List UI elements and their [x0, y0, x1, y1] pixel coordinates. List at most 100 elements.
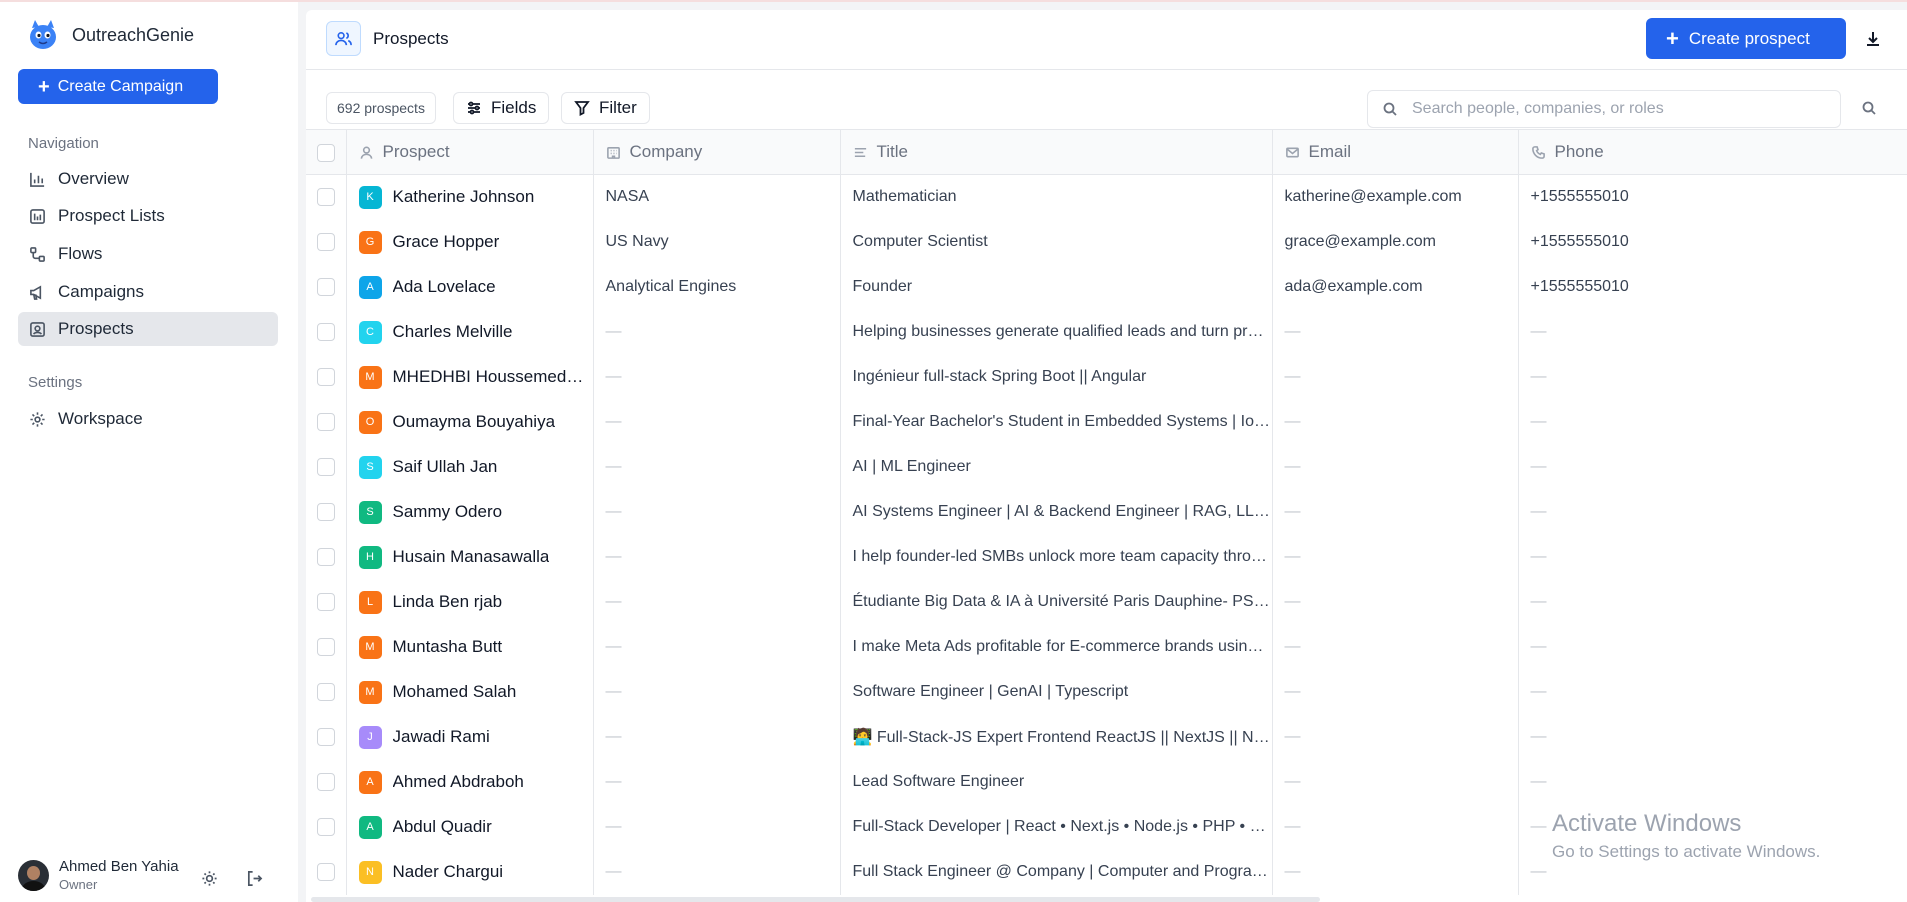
select-all-checkbox[interactable] — [316, 143, 335, 162]
row-checkbox[interactable] — [316, 637, 335, 656]
prospect-cell[interactable]: O Oumayma Bouyahiya — [346, 399, 594, 445]
prospect-name: Saif Ullah Jan — [392, 457, 498, 476]
table-row[interactable]: O Oumayma Bouyahiya — Final-Year Bachelor's… — [306, 399, 1907, 445]
row-select-cell — [306, 219, 347, 265]
row-checkbox[interactable] — [316, 682, 335, 701]
prospect-cell[interactable]: J Jawadi Rami — [346, 714, 594, 760]
row-select-cell — [306, 579, 347, 625]
prospect-cell[interactable]: K Katherine Johnson — [346, 174, 594, 220]
sidebar-item-flows[interactable]: Flows — [18, 237, 278, 271]
title-cell: Final-Year Bachelor's Student in Embedde… — [840, 399, 1273, 445]
brand[interactable]: OutreachGenie — [26, 18, 194, 52]
column-header-phone[interactable]: Phone — [1518, 129, 1907, 175]
column-label: Email — [1308, 142, 1352, 161]
title-cell: Full Stack Engineer @ Company | Computer… — [840, 849, 1273, 895]
phone-cell: — — [1518, 309, 1907, 355]
sidebar: OutreachGenie + Create Campaign Navigati… — [0, 2, 298, 902]
sidebar-item-workspace[interactable]: Workspace — [18, 402, 278, 436]
sidebar-item-overview[interactable]: Overview — [18, 162, 278, 196]
row-checkbox[interactable] — [316, 727, 335, 746]
prospect-cell[interactable]: S Sammy Odero — [346, 489, 594, 535]
row-checkbox[interactable] — [316, 502, 335, 521]
table-row[interactable]: S Saif Ullah Jan — AI | ML Engineer — — — [306, 444, 1907, 490]
company-cell: US Navy — [593, 219, 841, 265]
table-row[interactable]: A Ahmed Abdraboh — Lead Software Engineer — — — [306, 759, 1907, 805]
table-row[interactable]: A Ada Lovelace Analytical Engines Founder ad… — [306, 264, 1907, 310]
phone-cell: — — [1518, 489, 1907, 535]
sidebar-item-prospect-lists[interactable]: Prospect Lists — [18, 199, 278, 233]
table-row[interactable]: G Grace Hopper US Navy Computer Scientist gr… — [306, 219, 1907, 265]
row-checkbox[interactable] — [316, 188, 335, 207]
row-checkbox[interactable] — [316, 592, 335, 611]
search-button[interactable] — [1859, 98, 1879, 118]
table-row[interactable]: C Charles Melville — Helping businesses gen… — [306, 309, 1907, 355]
prospect-cell[interactable]: L Linda Ben rjab — [346, 579, 594, 625]
phone-cell: — — [1518, 624, 1907, 670]
create-prospect-button[interactable]: + Create prospect — [1646, 18, 1846, 59]
table-row[interactable]: L Linda Ben rjab — Étudiante Big Data & IA … — [306, 579, 1907, 625]
row-select-cell — [306, 534, 347, 580]
column-header-email[interactable]: Email — [1272, 129, 1519, 175]
prospect-cell[interactable]: A Abdul Quadir — [346, 804, 594, 850]
logout-button[interactable] — [244, 868, 264, 888]
column-header-company[interactable]: Company — [593, 129, 841, 175]
table-row[interactable]: J Jawadi Rami — 🧑‍💻 Full-Stack-JS Expert Fr… — [306, 714, 1907, 760]
row-checkbox[interactable] — [316, 862, 335, 881]
row-checkbox[interactable] — [316, 772, 335, 791]
create-campaign-button[interactable]: + Create Campaign — [18, 69, 218, 104]
column-label: Title — [876, 142, 909, 161]
prospect-cell[interactable]: M Muntasha Butt — [346, 624, 594, 670]
table-row[interactable]: S Sammy Odero — AI Systems Engineer | AI & … — [306, 489, 1907, 535]
row-checkbox[interactable] — [316, 547, 335, 566]
table-row[interactable]: H Husain Manasawalla — I help founder-led S… — [306, 534, 1907, 580]
row-checkbox[interactable] — [316, 412, 335, 431]
user-icon — [360, 146, 372, 159]
prospect-cell[interactable]: H Husain Manasawalla — [346, 534, 594, 580]
genie-logo-icon — [30, 20, 56, 49]
sidebar-item-prospects[interactable]: Prospects — [18, 312, 278, 346]
page-header: Prospects + Create prospect — [306, 10, 1907, 70]
initial-avatar: A — [358, 815, 382, 839]
prospect-cell[interactable]: A Ada Lovelace — [346, 264, 594, 310]
initial-avatar: N — [358, 860, 382, 884]
sidebar-item-campaigns[interactable]: Campaigns — [18, 275, 278, 309]
email-cell: — — [1272, 759, 1519, 805]
prospect-cell[interactable]: A Ahmed Abdraboh — [346, 759, 594, 805]
prospect-cell[interactable]: C Charles Melville — [346, 309, 594, 355]
table-row[interactable]: M Muntasha Butt — I make Meta Ads profitabl… — [306, 624, 1907, 670]
prospect-cell[interactable]: S Saif Ullah Jan — [346, 444, 594, 490]
prospect-cell[interactable]: G Grace Hopper — [346, 219, 594, 265]
initial-avatar: S — [358, 500, 382, 524]
theme-toggle-button[interactable] — [199, 868, 219, 888]
row-select-cell — [306, 849, 347, 895]
initial-avatar: M — [358, 635, 382, 659]
prospects-table: Prospect Company Title Email Phone K Kath… — [306, 129, 1907, 895]
column-header-title[interactable]: Title — [840, 129, 1273, 175]
table-row[interactable]: K Katherine Johnson NASA Mathematician kathe… — [306, 174, 1907, 220]
prospect-name: Ahmed Abdraboh — [392, 772, 524, 791]
email-cell: — — [1272, 444, 1519, 490]
filter-button[interactable]: Filter — [561, 92, 650, 124]
column-header-prospect[interactable]: Prospect — [346, 129, 594, 175]
title-cell: Founder — [840, 264, 1273, 310]
row-checkbox[interactable] — [316, 817, 335, 836]
search-field[interactable] — [1367, 90, 1841, 128]
sidebar-item-label: Prospect Lists — [58, 206, 165, 225]
title-cell: Mathematician — [840, 174, 1273, 220]
row-checkbox[interactable] — [316, 322, 335, 341]
row-checkbox[interactable] — [316, 232, 335, 251]
company-cell: — — [593, 849, 841, 895]
prospect-cell[interactable]: M Mohamed Salah — [346, 669, 594, 715]
table-row[interactable]: M MHEDHBI Houssemeddine — Ingénieur full-st… — [306, 354, 1907, 400]
prospect-cell[interactable]: M MHEDHBI Houssemeddine — [346, 354, 594, 400]
horizontal-scrollbar[interactable] — [311, 897, 1320, 902]
fields-button[interactable]: Fields — [453, 92, 550, 124]
row-checkbox[interactable] — [316, 277, 335, 296]
download-button[interactable] — [1862, 28, 1884, 50]
table-row[interactable]: M Mohamed Salah — Software Engineer | GenAI… — [306, 669, 1907, 715]
row-checkbox[interactable] — [316, 367, 335, 386]
user-profile[interactable]: Ahmed Ben Yahia Owner — [18, 858, 179, 892]
prospect-cell[interactable]: N Nader Chargui — [346, 849, 594, 895]
row-checkbox[interactable] — [316, 457, 335, 476]
search-input[interactable] — [1412, 100, 1812, 118]
